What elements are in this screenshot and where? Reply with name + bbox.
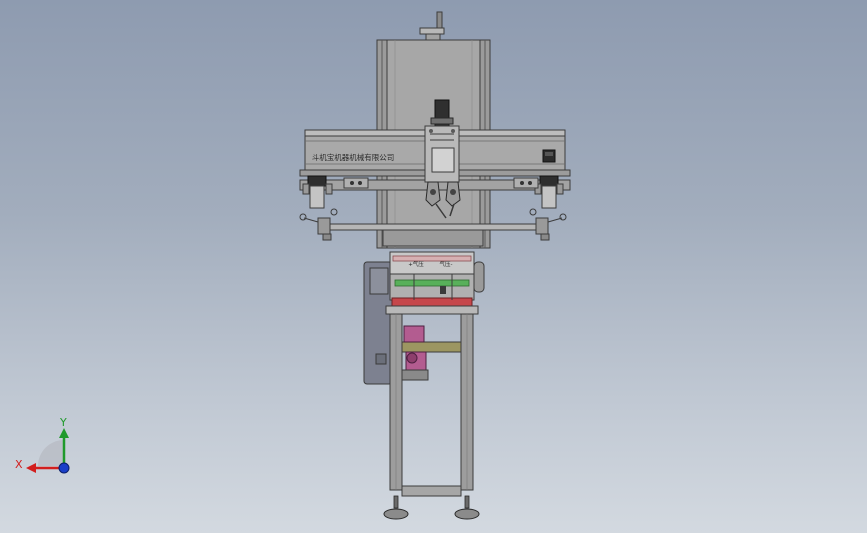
left-sign-label: +气压	[408, 260, 424, 268]
top-handwheel[interactable]	[419, 11, 445, 41]
dispensing-head	[389, 251, 485, 307]
view-triad[interactable]	[26, 428, 70, 474]
stand-table-top	[385, 305, 479, 315]
stand-frame	[389, 313, 474, 497]
machine-model[interactable]: 斗机宝机器机械有限公司 +气压 气压- Y X	[0, 0, 867, 533]
drive-motor	[401, 325, 429, 381]
right-sign-label: 气压-	[440, 260, 453, 268]
x-axis-label: X	[15, 458, 23, 471]
stand-cross-bar	[401, 341, 462, 353]
company-label: 斗机宝机器机械有限公司	[312, 152, 395, 162]
side-enclosure	[363, 261, 393, 385]
leveling-feet	[383, 495, 480, 520]
graphics-viewport[interactable]: 斗机宝机器机械有限公司 +气压 气压- Y X	[0, 0, 867, 533]
y-axis-label: Y	[59, 416, 67, 429]
beam-terminal-box	[542, 149, 556, 163]
right-gripper-unit	[513, 175, 564, 209]
